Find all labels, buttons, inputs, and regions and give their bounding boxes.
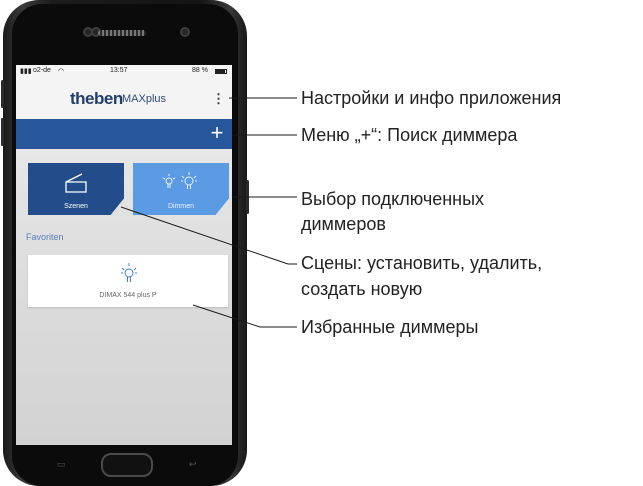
- callout-favorites: Избранные диммеры: [301, 317, 479, 337]
- callout-leaders: [120, 97, 297, 328]
- callout-select-dimmers-1: Выбор подключенных: [301, 189, 485, 209]
- callout-scenes-1: Сцены: установить, удалить,: [301, 253, 543, 273]
- callout-settings: Настройки и инфо приложения: [301, 88, 562, 108]
- leader-line-scenes: [120, 206, 289, 265]
- callout-plus-menu: Меню „+“: Поиск диммера: [301, 125, 518, 145]
- callout-scenes-2: создать новую: [301, 279, 423, 299]
- leader-line-favorites: [192, 304, 261, 328]
- callout-select-dimmers-2: диммеров: [301, 214, 386, 234]
